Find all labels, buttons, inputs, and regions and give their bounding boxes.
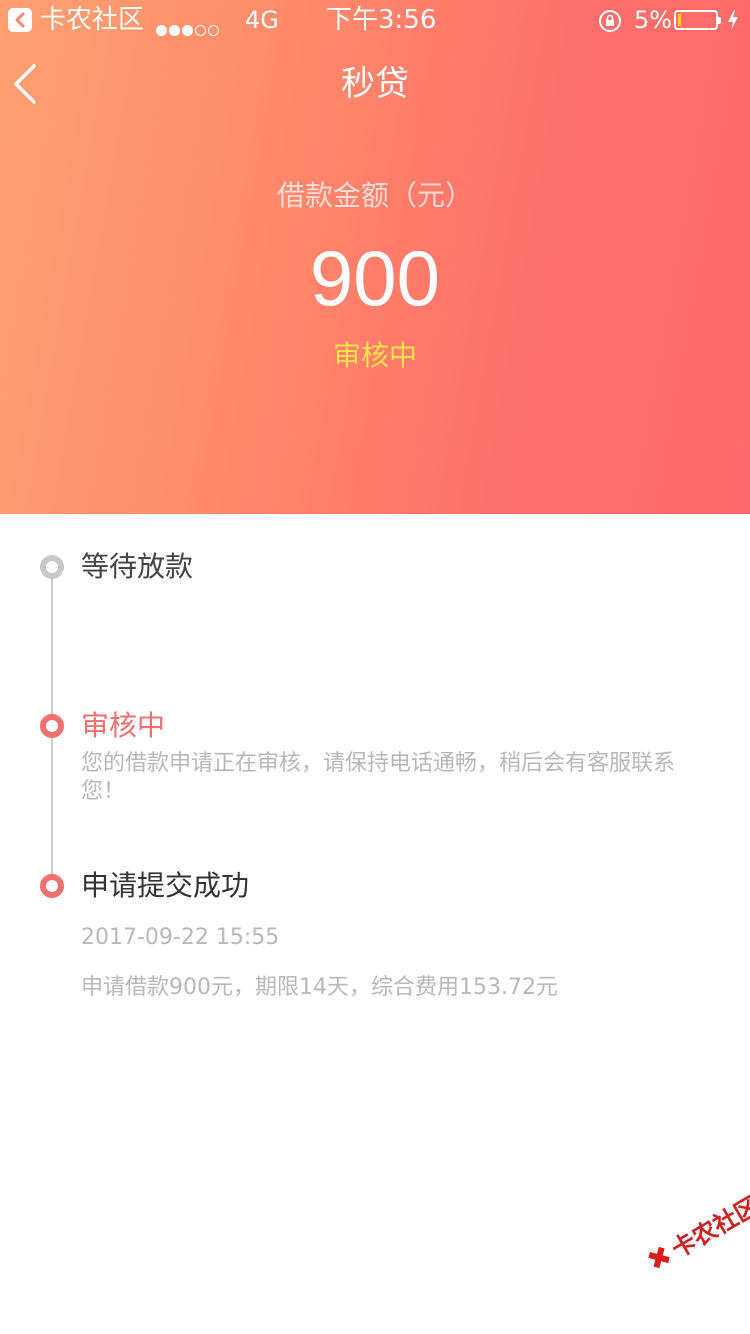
step-dot-done [40,874,64,898]
page-title: 秒贷 [341,64,409,104]
signal-dot [182,25,193,36]
orientation-lock-icon [598,9,622,40]
step-time-done: 2017-09-22 15:55 [81,925,280,950]
battery-percent: 5% [634,6,673,34]
amount-value: 900 [309,234,441,322]
step-detail-done: 申请借款900元，期限14天，综合费用153.72元 [81,975,558,1000]
battery-fill [678,14,681,26]
signal-dot [156,25,167,36]
step-title-active: 审核中 [81,709,166,742]
step-title-pending: 等待放款 [81,550,194,583]
step-description-active: 您的借款申请正在审核，请保持电话通畅，稍后会有客服联系您！ [81,751,676,804]
battery-cap [718,17,721,24]
watermark-logo: ✖卡农社区 [640,1186,750,1278]
header-banner: 卡农社区 4G 下午3:56 5% 秒贷 借款金额（元） 900 审核中 [0,0,750,514]
step-dot-active [40,714,64,738]
signal-dot [169,25,180,36]
status-bar: 卡农社区 4G 下午3:56 5% [0,0,750,40]
signal-strength [156,13,221,36]
amount-label: 借款金额（元） [276,179,473,212]
network-type: 4G [245,6,279,34]
back-app-label[interactable]: 卡农社区 [40,4,144,36]
amount-status: 审核中 [332,339,417,372]
signal-dot [195,25,206,36]
step-dot-pending [40,555,64,579]
clock-time: 下午3:56 [326,5,437,35]
back-app-icon[interactable] [8,8,32,32]
step-title-done: 申请提交成功 [81,869,250,902]
battery-icon [674,10,721,30]
watermark-text: 卡农社区 [666,1191,750,1264]
signal-dot [208,25,219,36]
charging-icon [726,8,740,39]
